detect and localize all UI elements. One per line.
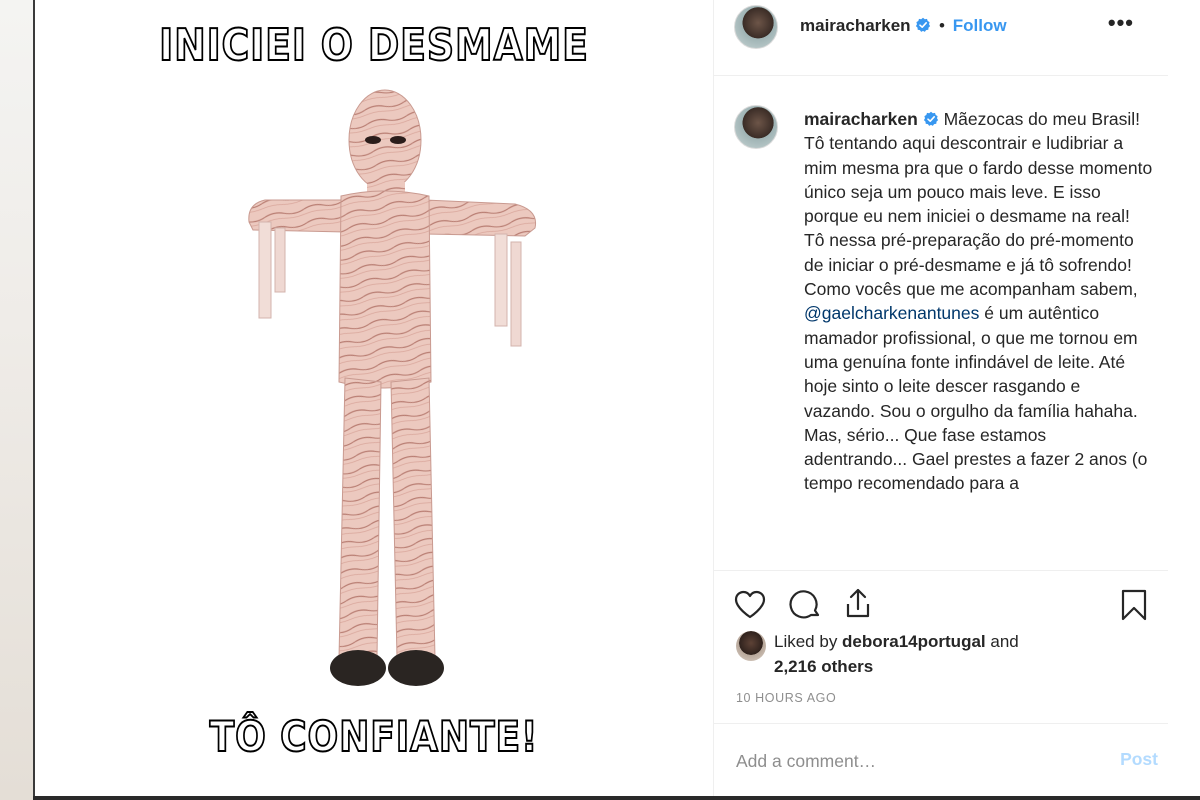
heart-icon[interactable] <box>732 587 768 623</box>
post-header: mairacharken • Follow ••• <box>714 0 1168 76</box>
post-media[interactable]: INICIEI O DESMAME TÔ CONFIANTE! <box>35 0 713 796</box>
post-comment-button[interactable]: Post <box>1120 749 1158 770</box>
caption-section: mairacharken Mãezocas do meu Brasil! Tô … <box>714 77 1168 569</box>
likes-text: Liked by debora14portugal and 2,216 othe… <box>774 629 1019 679</box>
right-gutter <box>1168 0 1200 796</box>
mummy-costume-figure <box>248 89 537 686</box>
header-separator: • <box>939 16 945 35</box>
likes-others-link[interactable]: 2,216 others <box>774 657 873 676</box>
likes-prefix: Liked by <box>774 632 843 651</box>
liker-username[interactable]: debora14portugal <box>842 632 986 651</box>
background-left <box>0 0 34 800</box>
caption-body-end: é um autêntico mamador profissional, o q… <box>804 303 1148 494</box>
author-avatar[interactable] <box>734 5 778 49</box>
caption-author-avatar[interactable] <box>734 105 778 149</box>
verified-badge-icon <box>916 17 931 32</box>
verified-badge-icon <box>923 111 938 126</box>
meme-bottom-text: TÔ CONFIANTE! <box>209 711 539 762</box>
caption-text: mairacharken Mãezocas do meu Brasil! Tô … <box>804 107 1154 496</box>
post-timestamp[interactable]: 10 HOURS AGO <box>736 691 836 705</box>
header-user-row: mairacharken • Follow <box>800 16 1007 36</box>
caption-body-start: Mãezocas do meu Brasil! Tô tentando aqui… <box>804 109 1153 300</box>
post-actions: Liked by debora14portugal and 2,216 othe… <box>714 570 1168 722</box>
caption-username[interactable]: mairacharken <box>804 109 918 129</box>
caption-mention-link[interactable]: @gaelcharkenantunes <box>804 303 979 323</box>
bookmark-icon[interactable] <box>1116 587 1152 623</box>
comment-icon[interactable] <box>788 587 824 623</box>
follow-button[interactable]: Follow <box>953 16 1007 35</box>
post-sidebar: mairacharken • Follow ••• mairacharken M… <box>714 0 1168 796</box>
share-icon[interactable] <box>840 585 876 621</box>
author-username[interactable]: mairacharken <box>800 16 911 35</box>
comment-box: Post <box>714 723 1168 796</box>
likes-middle: and <box>985 632 1019 651</box>
comment-input[interactable] <box>736 746 1076 776</box>
frame-border-bottom <box>33 796 1200 800</box>
more-options-icon[interactable]: ••• <box>1108 10 1134 36</box>
meme-top-text: INICIEI O DESMAME <box>158 19 589 72</box>
liker-avatar[interactable] <box>736 631 766 661</box>
